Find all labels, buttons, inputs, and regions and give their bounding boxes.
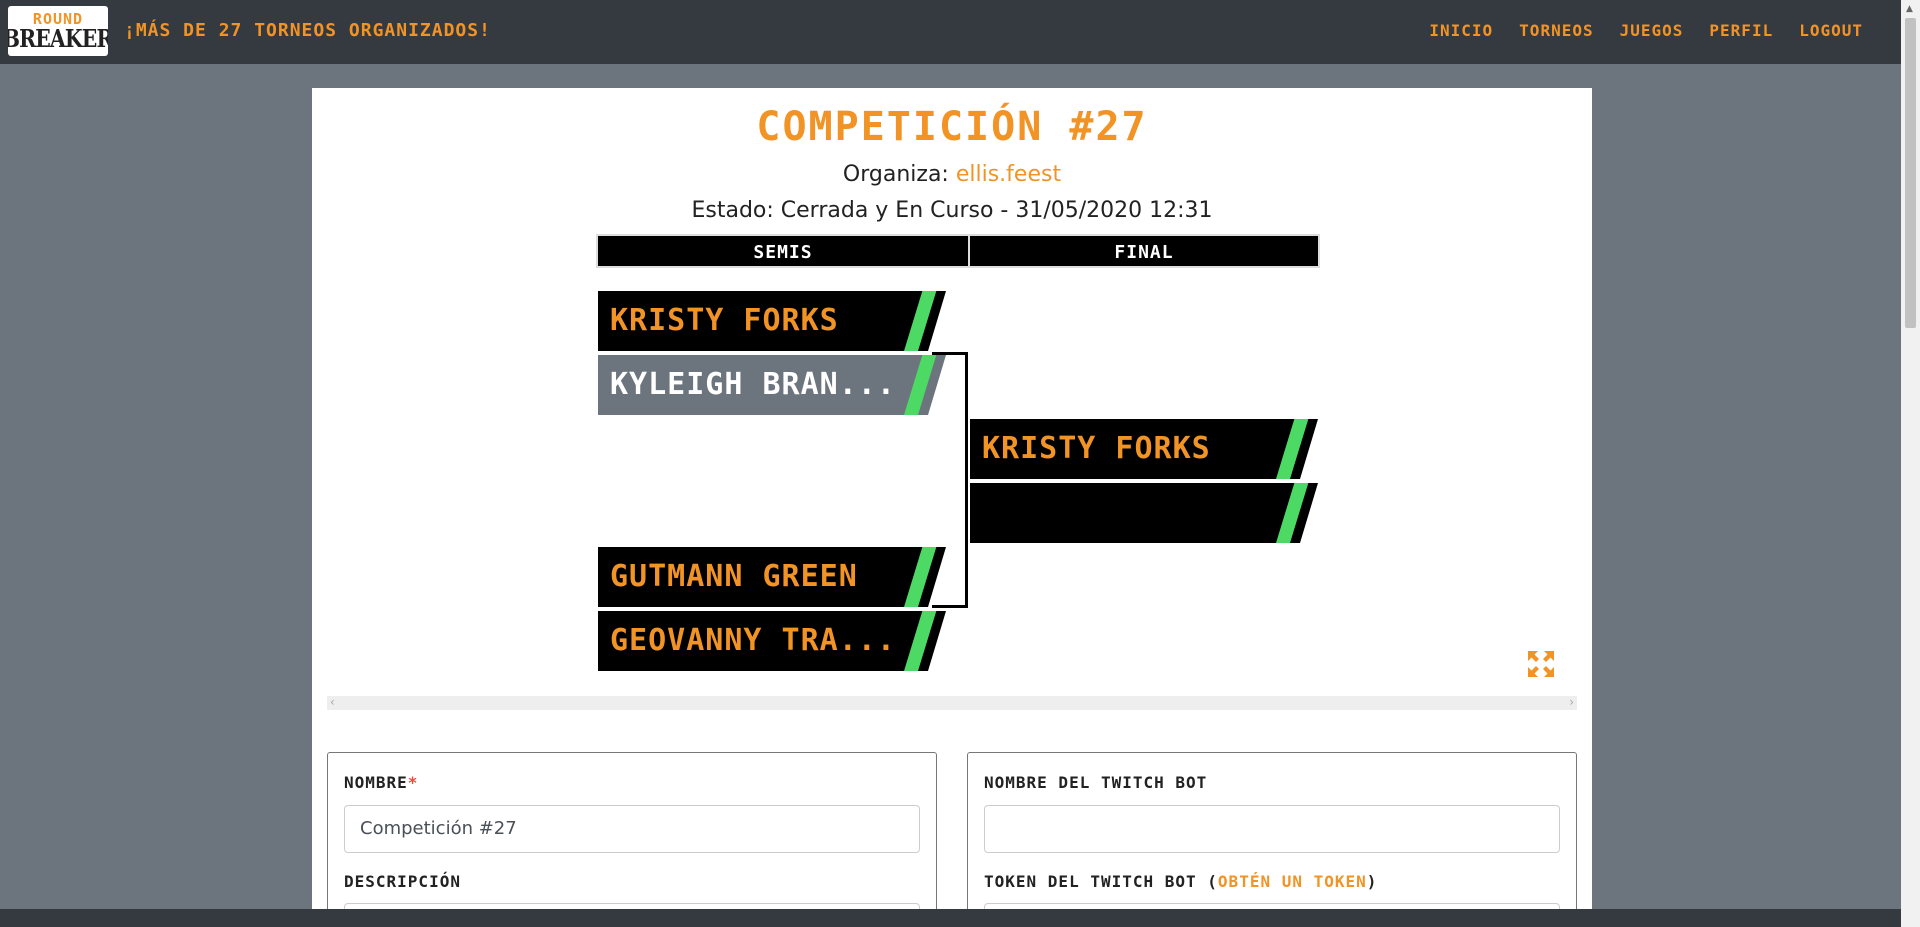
navbar: ROUND BREAKER ¡MÁS DE 27 TORNEOS ORGANIZ…	[0, 0, 1901, 64]
tournament-title: COMPETICIÓN #27	[756, 104, 1148, 150]
bracket-slot-semis-2[interactable]: KYLEIGH BRAN...	[598, 355, 946, 415]
organizer-line: Organiza: ellis.feest	[312, 162, 1592, 187]
tournament-status: Estado: Cerrada y En Curso - 31/05/2020 …	[691, 198, 1213, 223]
nav-link-juegos[interactable]: JUEGOS	[1620, 21, 1684, 40]
descripcion-label: DESCRIPCIÓN	[344, 872, 461, 891]
scroll-up-arrow-icon[interactable]: ▲	[1906, 4, 1913, 14]
twitch-bot-card: NOMBRE DEL TWITCH BOT TOKEN DEL TWITCH B…	[967, 752, 1577, 927]
nombre-input[interactable]: Competición #27	[344, 805, 920, 853]
bot-name-label: NOMBRE DEL TWITCH BOT	[984, 773, 1208, 792]
organizer-label: Organiza:	[842, 162, 949, 187]
nav-link-torneos[interactable]: TORNEOS	[1519, 21, 1593, 40]
footer	[0, 909, 1901, 927]
player-name: KRISTY FORKS	[982, 431, 1211, 466]
bracket-connector	[932, 352, 968, 608]
page-scrollbar[interactable]: ▲	[1901, 0, 1920, 927]
bot-name-input[interactable]	[984, 805, 1560, 853]
nombre-label-text: NOMBRE	[344, 773, 408, 792]
slot-stripe	[1276, 419, 1308, 479]
tournament-panel: COMPETICIÓN #27 Organiza: ellis.feest Es…	[312, 88, 1592, 927]
organizer-user-link[interactable]: ellis.feest	[956, 162, 1061, 187]
nombre-label: NOMBRE*	[344, 773, 418, 792]
nav-link-logout[interactable]: LOGOUT	[1799, 21, 1863, 40]
token-label-text: TOKEN DEL TWITCH BOT	[984, 872, 1197, 891]
logo-bottom-text: BREAKER	[8, 23, 108, 53]
bracket-slot-final-1[interactable]: KRISTY FORKS	[970, 419, 1318, 479]
nav-link-inicio[interactable]: INICIO	[1429, 21, 1493, 40]
slot-stripe	[1276, 483, 1308, 543]
player-name: GEOVANNY TRA...	[610, 623, 896, 658]
bracket-slot-semis-3[interactable]: GUTMANN GREEN	[598, 547, 946, 607]
round-header-semis: SEMIS	[596, 234, 970, 268]
nav-link-perfil[interactable]: PERFIL	[1709, 21, 1773, 40]
scrollbar-thumb[interactable]	[1905, 18, 1916, 328]
slot-stripe	[904, 611, 936, 671]
token-label: TOKEN DEL TWITCH BOT (OBTÉN UN TOKEN)	[984, 872, 1378, 891]
nav-links: INICIO TORNEOS JUEGOS PERFIL LOGOUT	[1429, 21, 1863, 40]
player-name: KYLEIGH BRAN...	[610, 367, 896, 402]
scroll-right-arrow-icon[interactable]: ›	[1569, 695, 1574, 709]
scroll-left-arrow-icon[interactable]: ‹	[330, 695, 335, 709]
roundbreaker-logo[interactable]: ROUND BREAKER	[8, 6, 108, 56]
tournament-info-card: NOMBRE* Competición #27 DESCRIPCIÓN	[327, 752, 937, 927]
navbar-tagline: ¡MÁS DE 27 TORNEOS ORGANIZADOS!	[124, 20, 491, 41]
bracket-slot-final-2[interactable]	[970, 483, 1318, 543]
bracket-slot-semis-4[interactable]: GEOVANNY TRA...	[598, 611, 946, 671]
player-name: GUTMANN GREEN	[610, 559, 858, 594]
bracket-slot-semis-1[interactable]: KRISTY FORKS	[598, 291, 946, 351]
bracket-horizontal-scrollbar[interactable]: ‹ ›	[327, 695, 1577, 710]
required-marker: *	[407, 773, 419, 792]
player-name: KRISTY FORKS	[610, 303, 839, 338]
round-header-final: FINAL	[968, 234, 1320, 268]
get-token-link[interactable]: OBTÉN UN TOKEN	[1218, 872, 1367, 891]
expand-icon[interactable]	[1528, 651, 1554, 677]
slot-stripe	[904, 291, 936, 351]
